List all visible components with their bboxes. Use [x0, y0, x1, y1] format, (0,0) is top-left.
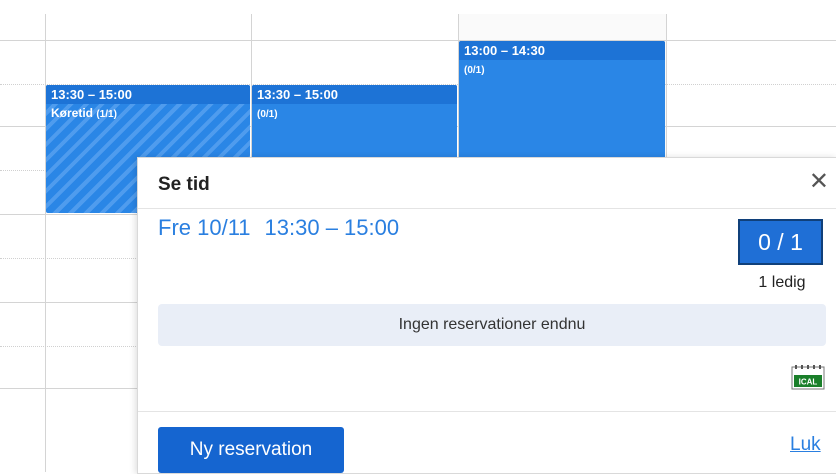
event-title: Køretid [51, 106, 93, 120]
close-link[interactable]: Luk [790, 434, 821, 456]
column-divider [45, 14, 46, 472]
no-reservations-notice: Ingen reservationer endnu [158, 304, 826, 346]
capacity-badge: 0 / 1 [738, 219, 823, 265]
row-divider [0, 40, 836, 41]
event-time: 13:30 – 15:00 [46, 85, 250, 104]
ical-label: ICAL [799, 378, 818, 387]
close-icon[interactable]: ✕ [809, 170, 829, 194]
dialog-header: Se tid ✕ [138, 158, 836, 209]
event-count: (1/1) [96, 109, 117, 120]
new-reservation-button[interactable]: Ny reservation [158, 427, 344, 473]
free-spots-label: 1 ledig [758, 274, 806, 291]
slot-time-range: 13:30 – 15:00 [264, 215, 400, 240]
event-count: (0/1) [257, 109, 278, 120]
calendar-event[interactable]: 13:00 – 14:30 (0/1) [459, 41, 665, 171]
event-time: 13:00 – 14:30 [459, 41, 665, 60]
dialog-title: Se tid [158, 174, 210, 195]
event-label: (0/1) [459, 60, 665, 78]
event-label: Køretid (1/1) [46, 104, 250, 122]
ical-icon[interactable]: ICAL [791, 364, 825, 390]
slot-datetime: Fre 10/11 13:30 – 15:00 [158, 215, 399, 241]
view-time-dialog: Se tid ✕ Fre 10/11 13:30 – 15:00 0 / 1 1 … [137, 157, 836, 474]
event-label: (0/1) [252, 104, 457, 122]
event-count: (0/1) [464, 65, 485, 76]
footer-divider [138, 411, 836, 412]
event-time: 13:30 – 15:00 [252, 85, 457, 104]
slot-day: Fre 10/11 [158, 215, 251, 240]
no-reservations-text: Ingen reservationer endnu [398, 316, 586, 333]
